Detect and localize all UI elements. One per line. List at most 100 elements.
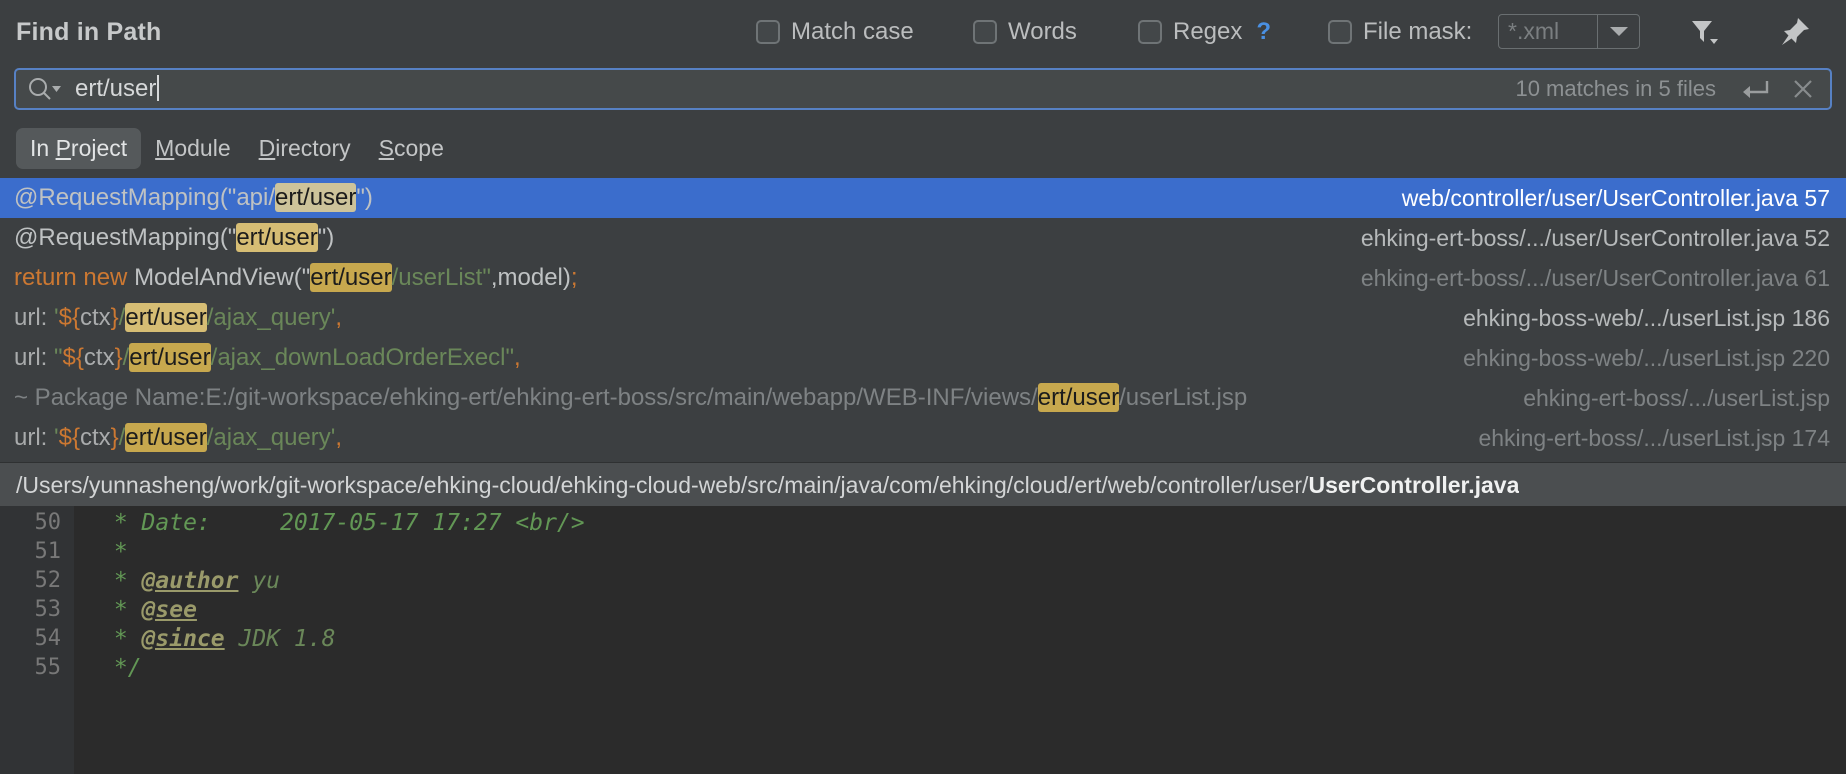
code-line: 54 * @since JDK 1.8 (0, 624, 1846, 653)
search-field[interactable]: ert/user 10 matches in 5 files (14, 68, 1832, 110)
code-preview[interactable]: 50 * Date: 2017-05-17 17:27 <br/> 51 * 52 … (0, 506, 1846, 774)
match-highlight: ert/user (310, 263, 392, 292)
table-row[interactable]: return new ModelAndView("ert/user/userLi… (0, 258, 1846, 298)
regex-help-icon[interactable]: ? (1256, 18, 1271, 46)
match-highlight: ert/user (275, 183, 357, 212)
result-code-snippet: return new ModelAndView("ert/user/userLi… (0, 263, 578, 292)
code-token: * (100, 625, 142, 652)
code-token: * (100, 538, 128, 565)
tab-directory-mnemonic: D (258, 134, 276, 161)
file-mask-checkbox[interactable] (1328, 20, 1352, 44)
result-code-snippet: @RequestMapping("ert/user") (0, 223, 334, 252)
result-file-path: ehking-ert-boss/.../user/UserController.… (1360, 264, 1830, 291)
regex-label: Regex (1173, 18, 1243, 45)
code-token: , (335, 304, 343, 331)
file-mask-combo[interactable]: *.xml (1498, 14, 1640, 49)
match-count-label: 10 matches in 5 files (1515, 76, 1716, 101)
code-token: @RequestMapping(" (14, 224, 237, 251)
find-in-path-dialog: Find in Path Match case Words Regex ? Fi… (0, 0, 1846, 774)
code-token: * Date: 2017-05-17 17:27 <br/> (100, 509, 585, 536)
pin-icon[interactable] (1778, 14, 1812, 48)
tab-in-project-post: roject (70, 134, 128, 161)
code-line: 51 * (0, 537, 1846, 566)
tab-in-project[interactable]: In Project (16, 127, 142, 169)
code-token: ~ Package Name:E:/git-workspace/ehking-e… (14, 384, 1038, 411)
line-number: 53 (34, 597, 62, 622)
code-token: url: (14, 344, 55, 371)
match-highlight: ert/user (125, 423, 207, 452)
code-token: , (335, 424, 343, 451)
tab-directory-post: irectory (275, 134, 351, 161)
line-number: 50 (34, 510, 62, 535)
search-icon[interactable] (27, 76, 61, 102)
match-highlight: ert/user (125, 303, 207, 332)
search-input[interactable]: ert/user (75, 75, 160, 103)
table-row[interactable]: url: '${ctx}/ert/user/ajax_query', ehking… (0, 418, 1846, 458)
tab-module[interactable]: Module (141, 128, 244, 169)
table-row[interactable]: url: "${ctx}/ert/user/ajax_downLoadOrder… (0, 338, 1846, 378)
tab-module-post: odule (174, 134, 231, 161)
match-highlight: ert/user (129, 343, 211, 372)
result-file-path: ehking-ert-boss/.../userList.jsp 174 (1478, 424, 1830, 451)
dialog-header: Find in Path Match case Words Regex ? Fi… (0, 0, 1846, 63)
tab-scope-post: cope (394, 134, 444, 161)
table-row[interactable]: url: '${ctx}/ert/user/ajax_query', ehking… (0, 298, 1846, 338)
line-number: 51 (34, 539, 62, 564)
code-token: /userList.jsp (1119, 384, 1248, 411)
match-highlight: ert/user (236, 223, 318, 252)
code-token: url: (14, 424, 55, 451)
tab-directory[interactable]: Directory (245, 128, 365, 169)
regex-option[interactable]: Regex ? (1138, 18, 1271, 46)
file-mask-value[interactable]: *.xml (1499, 15, 1597, 48)
tab-scope-mnemonic: S (378, 134, 394, 161)
match-case-label: Match case (791, 18, 914, 45)
code-token: ") (356, 184, 373, 211)
regex-checkbox[interactable] (1138, 20, 1162, 44)
code-token: @RequestMapping("api/ (14, 184, 276, 211)
result-file-path: web/controller/user/UserController.java … (1401, 184, 1830, 211)
search-input-value: ert/user (75, 75, 157, 102)
line-number: 55 (34, 655, 62, 680)
code-token: } (110, 304, 119, 331)
file-mask-label: File mask: (1363, 18, 1473, 45)
code-token: ModelAndView(" (134, 264, 311, 291)
code-token: yu (238, 567, 281, 594)
code-line-text: */ (74, 655, 142, 681)
code-line: 50 * Date: 2017-05-17 17:27 <br/> (0, 508, 1846, 537)
result-code-snippet: url: "${ctx}/ert/user/ajax_downLoadOrder… (0, 343, 521, 372)
words-checkbox[interactable] (973, 20, 997, 44)
match-case-checkbox[interactable] (756, 20, 780, 44)
result-file-path: ehking-boss-web/.../userList.jsp 186 (1463, 304, 1830, 331)
words-option[interactable]: Words (973, 18, 1077, 46)
code-token: ctx (79, 424, 111, 451)
close-icon[interactable] (1790, 76, 1816, 102)
code-line: 52 * @author yu (0, 566, 1846, 595)
code-token: JDK 1.8 (224, 625, 336, 652)
javadoc-tag: @author (141, 567, 239, 594)
match-case-option[interactable]: Match case (756, 18, 914, 46)
code-line-text: * @since JDK 1.8 (74, 625, 336, 652)
search-results-list[interactable]: @RequestMapping("api/ert/user") web/contr… (0, 178, 1846, 460)
file-mask-option[interactable]: File mask: (1328, 18, 1472, 46)
code-token: /ajax_query' (206, 304, 336, 331)
code-token: ; (570, 264, 578, 291)
code-token: ${ (62, 344, 84, 371)
tab-scope[interactable]: Scope (365, 128, 458, 169)
result-code-snippet: ~ Package Name:E:/git-workspace/ehking-e… (0, 383, 1248, 412)
result-code-snippet: url: '${ctx}/ert/user/ajax_query', (0, 303, 343, 332)
enter-arrow-icon[interactable] (1738, 77, 1770, 101)
chevron-down-icon[interactable] (1597, 15, 1639, 48)
table-row[interactable]: ~ Package Name:E:/git-workspace/ehking-e… (0, 378, 1846, 418)
result-code-snippet: url: '${ctx}/ert/user/ajax_query', (0, 423, 343, 452)
tab-module-mnemonic: M (155, 134, 175, 161)
line-number: 52 (34, 568, 62, 593)
match-highlight: ert/user (1037, 383, 1120, 412)
code-line-text: * @author yu (74, 568, 280, 594)
table-row[interactable]: @RequestMapping("ert/user") ehking-ert-bo… (0, 218, 1846, 258)
code-token: ${ (58, 424, 80, 451)
scope-tabs: In Project Module Directory Scope (16, 127, 458, 169)
filter-icon[interactable] (1686, 14, 1720, 48)
code-token: /userList" (391, 264, 491, 291)
table-row[interactable]: @RequestMapping("api/ert/user") web/contr… (0, 178, 1846, 218)
code-token: url: (14, 304, 55, 331)
